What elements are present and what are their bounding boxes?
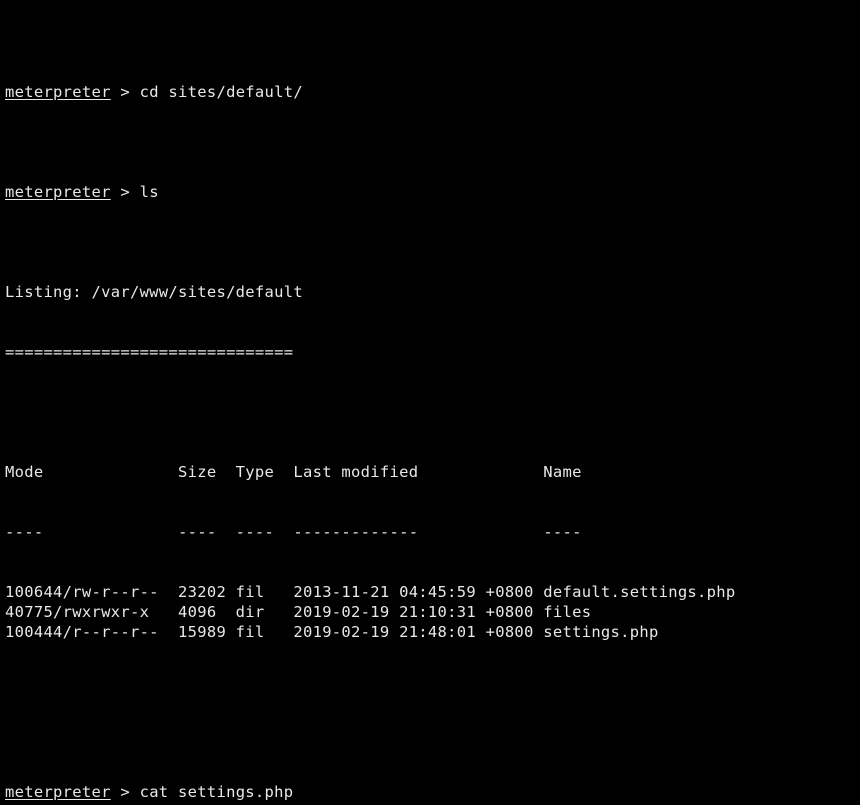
prompt-label: meterpreter xyxy=(5,183,111,201)
listing-row: 40775/rwxrwxr-x 4096 dir 2019-02-19 21:1… xyxy=(5,603,592,621)
command-line-cd: meterpreter > cd sites/default/ xyxy=(5,82,860,102)
prompt-separator: > xyxy=(110,183,140,201)
prompt-separator: > xyxy=(110,783,140,801)
command-line-ls: meterpreter > ls xyxy=(5,182,860,202)
listing-column-headers: Mode Size Type Last modified Name xyxy=(5,463,582,481)
command-text-cd: cd sites/default/ xyxy=(139,83,303,101)
terminal-screen[interactable]: meterpreter > cd sites/default/ meterpre… xyxy=(0,0,860,805)
listing-rows: 100644/rw-r--r-- 23202 fil 2013-11-21 04… xyxy=(5,582,860,642)
listing-row: 100444/r--r--r-- 15989 fil 2019-02-19 21… xyxy=(5,623,659,641)
prompt-label: meterpreter xyxy=(5,83,111,101)
command-line-cat: meterpreter > cat settings.php xyxy=(5,782,860,802)
command-text-ls: ls xyxy=(139,183,159,201)
listing-row: 100644/rw-r--r-- 23202 fil 2013-11-21 04… xyxy=(5,583,736,601)
listing-column-underlines: ---- ---- ---- ------------- ---- xyxy=(5,523,582,541)
prompt-separator: > xyxy=(110,83,140,101)
command-text-cat: cat settings.php xyxy=(139,783,294,801)
listing-path-label: Listing: /var/www/sites/default xyxy=(5,283,303,301)
prompt-label: meterpreter xyxy=(5,783,111,801)
listing-separator: ============================== xyxy=(5,343,294,361)
